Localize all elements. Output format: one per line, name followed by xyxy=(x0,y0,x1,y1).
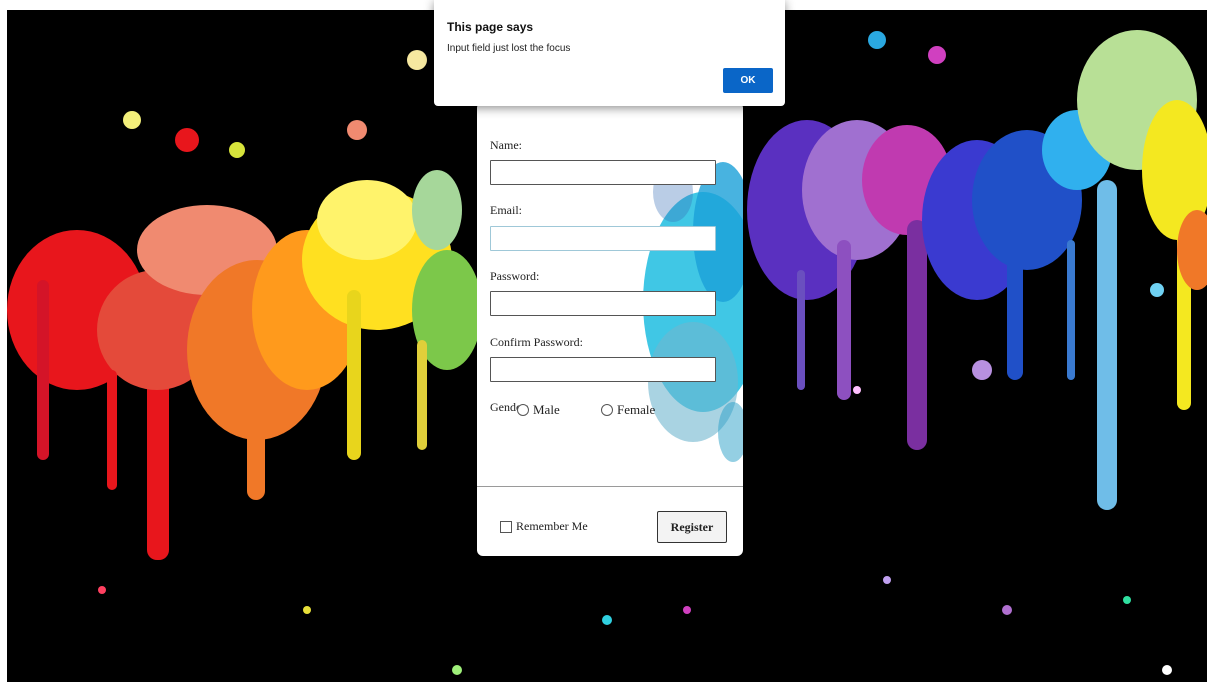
confirm-password-field[interactable] xyxy=(490,357,716,382)
male-radio[interactable] xyxy=(517,404,529,416)
register-button[interactable]: Register xyxy=(657,511,727,543)
password-field[interactable] xyxy=(490,291,716,316)
alert-ok-button[interactable]: OK xyxy=(723,68,773,93)
email-label: Email: xyxy=(490,203,522,217)
male-label: Male xyxy=(533,402,560,417)
remember-me[interactable]: Remember Me xyxy=(500,519,588,534)
alert-dialog: This page says Input field just lost the… xyxy=(434,0,785,106)
page-viewport: Name: Email: Password: Confirm Password:… xyxy=(7,10,1207,682)
gender-option-female[interactable]: Female xyxy=(601,402,655,418)
alert-message: Input field just lost the focus xyxy=(447,43,571,54)
gender-option-male[interactable]: Male xyxy=(517,402,560,418)
form-divider xyxy=(477,486,743,487)
female-label: Female xyxy=(617,402,656,417)
name-field[interactable] xyxy=(490,160,716,185)
name-label: Name: xyxy=(490,138,522,152)
alert-title: This page says xyxy=(447,20,534,34)
registration-card: Name: Email: Password: Confirm Password:… xyxy=(477,102,743,556)
female-radio[interactable] xyxy=(601,404,613,416)
remember-me-checkbox[interactable] xyxy=(500,520,512,533)
remember-me-label: Remember Me xyxy=(516,519,588,533)
password-label: Password: xyxy=(490,269,540,283)
email-field[interactable] xyxy=(490,226,716,251)
confirm-password-label: Confirm Password: xyxy=(490,335,583,349)
